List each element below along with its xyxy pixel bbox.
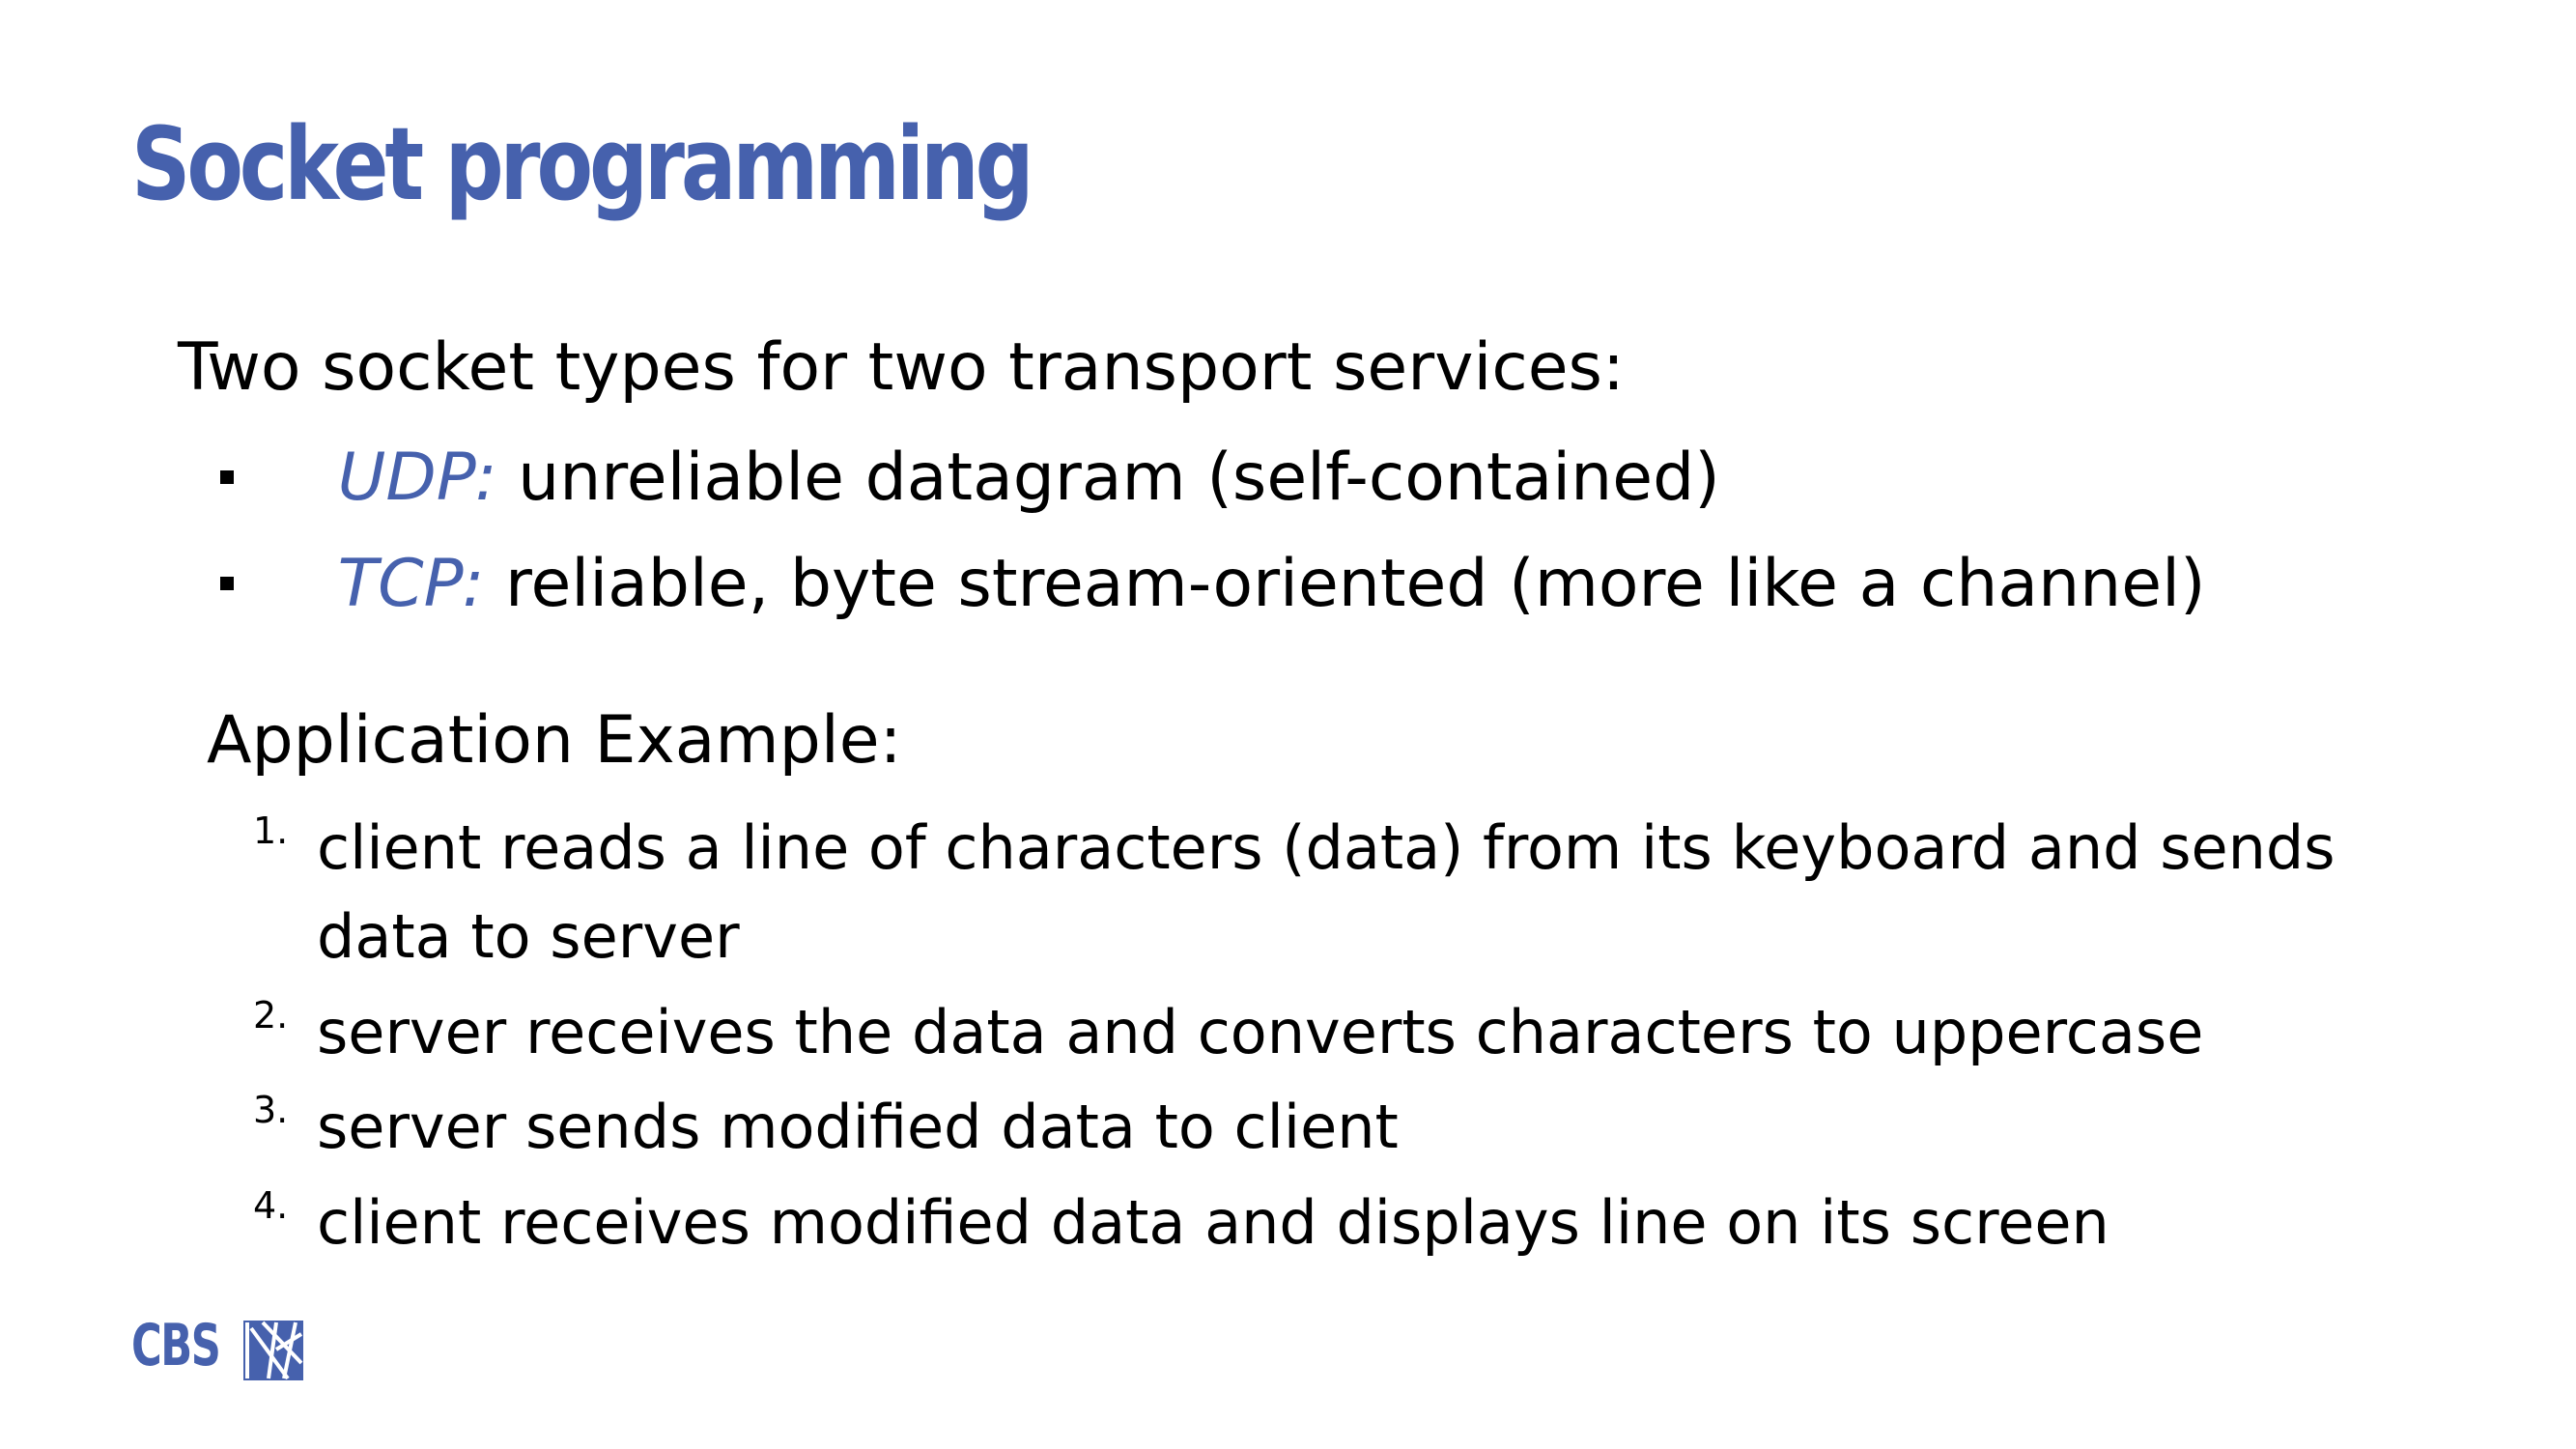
application-example-heading: Application Example:: [207, 702, 902, 779]
bullet-udp: UDP: unreliable datagram (self-contained…: [220, 440, 1720, 516]
step-text: server sends modified data to client: [317, 1092, 1399, 1163]
cbs-logo-icon: [243, 1321, 303, 1380]
step-number: 1.: [253, 810, 289, 852]
udp-description: unreliable datagram (self-contained): [518, 440, 1720, 516]
step-number: 4.: [253, 1183, 289, 1227]
list-item: 3. server sends modified data to client: [253, 1083, 2413, 1172]
udp-label: UDP:: [337, 440, 497, 516]
step-text: client reads a line of characters (data)…: [317, 812, 2335, 973]
square-bullet-icon: [220, 470, 234, 485]
intro-text: Two socket types for two transport servi…: [178, 329, 1625, 406]
step-number: 2.: [253, 993, 289, 1037]
step-text: client receives modified data and displa…: [317, 1186, 2109, 1258]
list-item: 1. client reads a line of characters (da…: [253, 804, 2413, 982]
step-text: server receives the data and converts ch…: [317, 996, 2204, 1067]
slide: Socket programming Two socket types for …: [0, 0, 2576, 1449]
square-bullet-icon: [220, 577, 234, 591]
list-item: 4. client receives modified data and dis…: [253, 1179, 2413, 1267]
list-item: 2. server receives the data and converts…: [253, 988, 2413, 1077]
logo-text: CBS: [131, 1312, 221, 1379]
tcp-label: TCP:: [337, 546, 485, 622]
application-steps-list: 1. client reads a line of characters (da…: [253, 804, 2413, 1267]
slide-title: Socket programming: [131, 105, 1034, 223]
bullet-tcp: TCP: reliable, byte stream-oriented (mor…: [220, 546, 2206, 622]
cbs-logo: CBS: [131, 1312, 305, 1382]
step-number: 3.: [253, 1089, 289, 1132]
tcp-description: reliable, byte stream-oriented (more lik…: [505, 546, 2206, 622]
